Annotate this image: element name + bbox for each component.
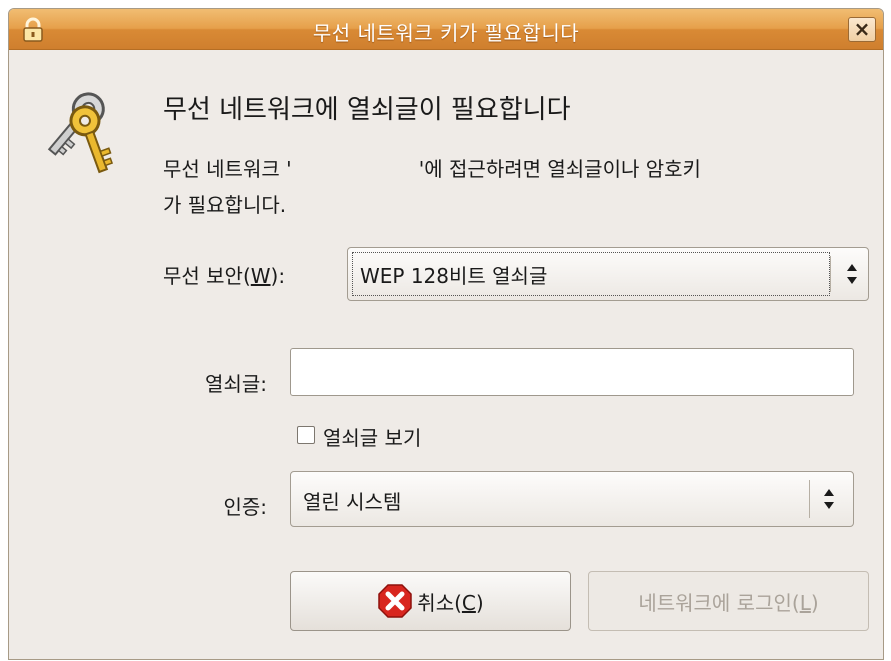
message-line-1: 무선 네트워크 ' '에 접근하려면 열쇠글이나 암호키 [163, 157, 701, 181]
security-label: 무선 보안(W): [163, 264, 286, 288]
key-label: 열쇠글: [205, 372, 267, 396]
combo-arrows-icon [824, 489, 834, 509]
message-line-2: 가 필요합니다. [163, 193, 287, 217]
key-input[interactable] [290, 348, 854, 396]
security-value: WEP 128비트 열쇠글 [360, 264, 548, 288]
close-button[interactable]: × [848, 17, 876, 42]
login-label: 네트워크에 로그인(L) [638, 590, 819, 615]
cancel-button[interactable]: 취소(C) [290, 571, 571, 631]
security-select[interactable]: WEP 128비트 열쇠글 [347, 247, 869, 301]
keys-icon [47, 92, 114, 174]
combo-separator [809, 480, 810, 518]
auth-select[interactable]: 열린 시스템 [290, 471, 854, 527]
close-icon: × [853, 17, 871, 41]
auth-value: 열린 시스템 [303, 490, 402, 514]
title-bar[interactable]: 무선 네트워크 키가 필요합니다 × [9, 9, 883, 50]
network-login-button[interactable]: 네트워크에 로그인(L) [588, 571, 869, 631]
show-key-label[interactable]: 열쇠글 보기 [323, 422, 421, 451]
cancel-x-icon [378, 584, 413, 618]
dialog-window: 무선 네트워크 키가 필요합니다 × 무선 네트워크에 열쇠글이 필요합니다 무… [8, 8, 884, 660]
show-key-checkbox[interactable] [297, 426, 315, 444]
combo-separator [830, 256, 831, 292]
combo-arrows-icon [847, 264, 857, 284]
auth-label: 인증: [223, 495, 267, 519]
dialog-heading: 무선 네트워크에 열쇠글이 필요합니다 [163, 95, 571, 125]
cancel-label: 취소(C) [417, 590, 484, 615]
dialog-message: 무선 네트워크 ' '에 접근하려면 열쇠글이나 암호키 가 필요합니다. [163, 151, 701, 223]
window-title: 무선 네트워크 키가 필요합니다 [312, 21, 580, 45]
